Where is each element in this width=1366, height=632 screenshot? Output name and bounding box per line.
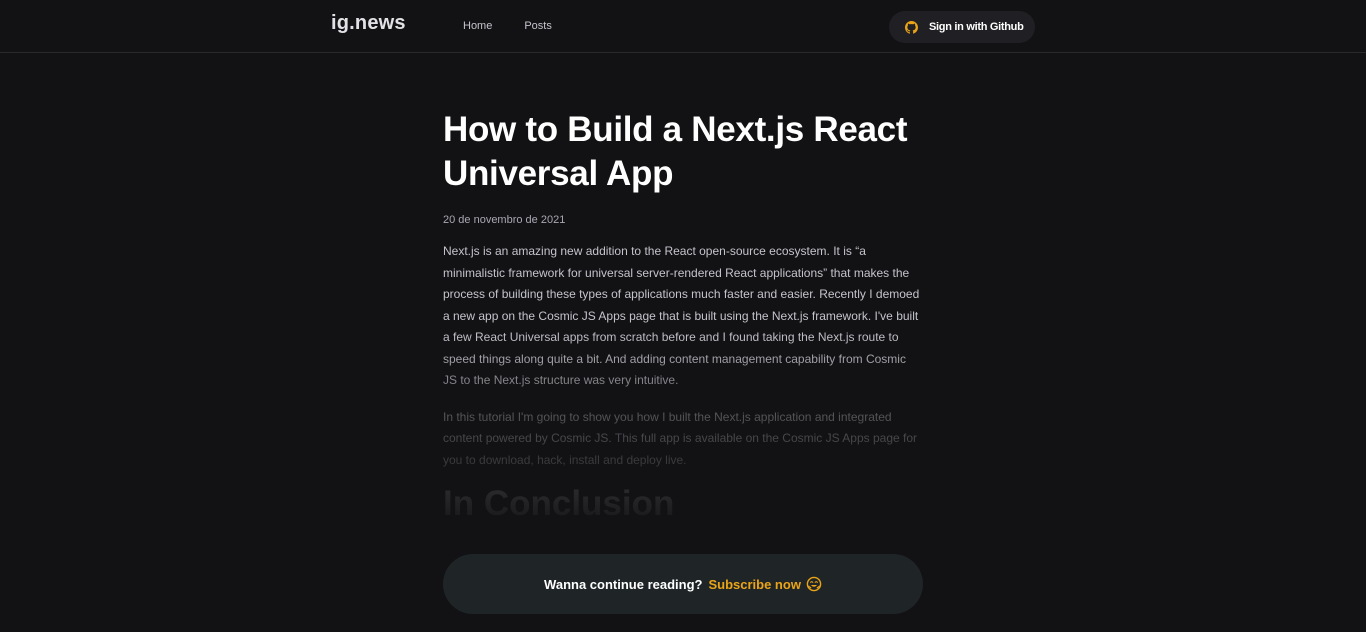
- article-paragraph: Next.js is an amazing new addition to th…: [443, 244, 920, 387]
- subscribe-now-link[interactable]: Subscribe now: [708, 577, 800, 592]
- sign-in-github-button[interactable]: Sign in with Github: [889, 11, 1035, 43]
- article-paragraph: In this tutorial I'm going to show you h…: [443, 409, 918, 467]
- hugging-face-emoji-icon: [806, 576, 822, 592]
- nav-posts-link[interactable]: Posts: [524, 20, 552, 32]
- sign-in-label: Sign in with Github: [929, 21, 1024, 33]
- continue-reading-question: Wanna continue reading?: [544, 576, 703, 592]
- article: How to Build a Next.js React Universal A…: [443, 108, 923, 551]
- site-header: ig.news Home Posts Sign in with Github: [0, 0, 1366, 53]
- article-date: 20 de novembro de 2021: [443, 214, 566, 226]
- article-title: How to Build a Next.js React Universal A…: [443, 110, 908, 193]
- continue-reading-banner: Wanna continue reading? Subscribe now: [443, 554, 923, 614]
- nav-home-link[interactable]: Home: [463, 20, 492, 32]
- section-heading: In Conclusion: [443, 484, 675, 523]
- site-logo[interactable]: ig.news: [331, 12, 406, 35]
- github-icon: [905, 20, 918, 34]
- main-nav: Home Posts: [463, 0, 584, 52]
- article-preview: Next.js is an amazing new addition to th…: [443, 241, 923, 551]
- header-content: ig.news Home Posts Sign in with Github: [331, 0, 1035, 52]
